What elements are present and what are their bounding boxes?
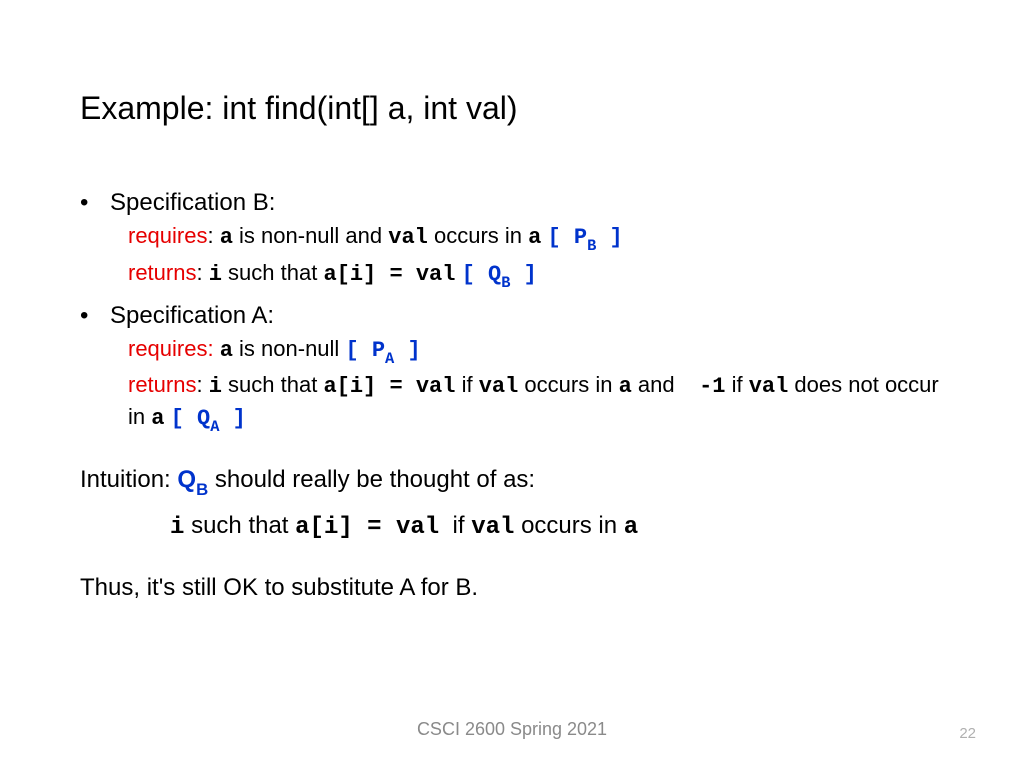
slide-body: • Specification B: requires: a is non-nu… — [80, 187, 944, 604]
bullet-spec-b: • Specification B: — [80, 187, 944, 219]
slide: Example: int find(int[] a, int val) • Sp… — [0, 0, 1024, 768]
slide-title: Example: int find(int[] a, int val) — [80, 90, 944, 127]
tag-qb: [ QB ] — [462, 262, 537, 287]
returns-label: returns — [128, 260, 196, 285]
spec-b-returns: returns: i such that a[i] = val [ QB ] — [128, 258, 944, 292]
requires-label: requires — [128, 223, 207, 248]
spec-b-requires: requires: a is non-null and val occurs i… — [128, 221, 944, 255]
conclusion: Thus, it's still OK to substitute A for … — [80, 572, 944, 604]
spec-b-header: Specification B: — [110, 187, 275, 219]
footer-course: CSCI 2600 Spring 2021 — [0, 719, 1024, 740]
tag-pb: [ PB ] — [547, 225, 622, 250]
bullet-spec-a: • Specification A: — [80, 300, 944, 332]
tag-qa: [ QA ] — [171, 406, 246, 431]
page-number: 22 — [959, 725, 976, 742]
bullet-marker: • — [80, 300, 110, 332]
returns-label: returns — [128, 372, 196, 397]
spec-a-header: Specification A: — [110, 300, 274, 332]
qb-symbol: QB — [177, 466, 208, 493]
tag-pa: [ PA ] — [345, 338, 420, 363]
intuition-line: Intuition: QB should really be thought o… — [80, 464, 944, 499]
intuition-detail: i such that a[i] = val if val occurs in … — [170, 510, 944, 544]
spec-a-requires: requires: a is non-null [ PA ] — [128, 334, 944, 368]
requires-label: requires: — [128, 336, 214, 361]
spec-a-returns: returns: i such that a[i] = val if val o… — [128, 370, 944, 436]
bullet-marker: • — [80, 187, 110, 219]
